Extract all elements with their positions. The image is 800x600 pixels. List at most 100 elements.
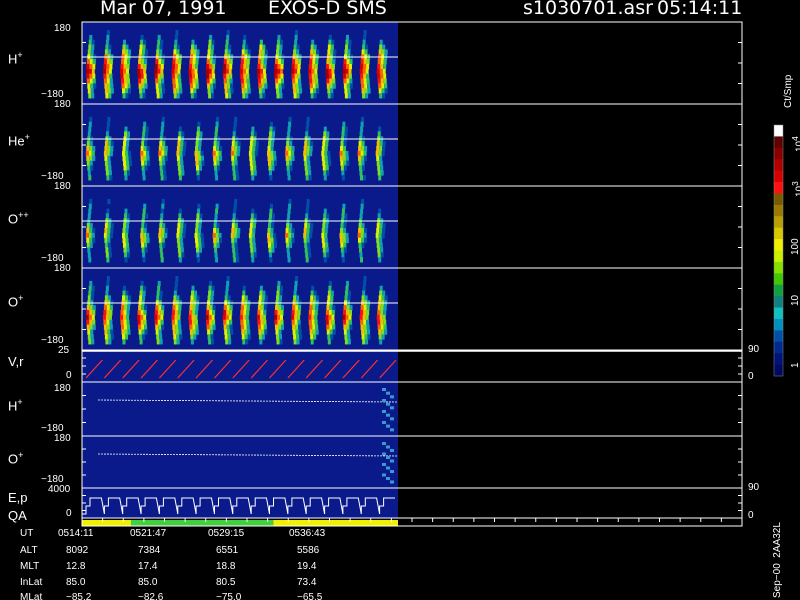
spectrogram-pixel: [174, 285, 178, 292]
spectrogram-pixel: [143, 232, 147, 239]
spectrogram-pixel: [367, 88, 371, 94]
spectrogram-pixel: [298, 78, 302, 84]
spectrogram-pixel: [122, 88, 125, 94]
spectrogram-pixel: [144, 247, 148, 253]
spectrogram-pixel: [308, 170, 312, 176]
spectrogram-pixel: [259, 93, 263, 99]
spectrogram-pixel: [90, 88, 94, 94]
spectrogram-pixel: [243, 73, 247, 80]
spectrogram-pixel: [88, 257, 92, 263]
spectrogram-pixel: [262, 44, 266, 50]
spectrogram-pixel: [245, 93, 249, 99]
spectrogram-pixel: [292, 329, 296, 335]
panel-label-he-plus: He+: [8, 132, 30, 149]
spectrogram-pixel: [379, 237, 383, 244]
spectrogram-pixel: [190, 339, 194, 345]
spectrogram-pixel: [86, 237, 90, 244]
spectrogram-pixel: [160, 68, 164, 75]
spectrogram-pixel: [345, 314, 349, 321]
spectrogram-pixel: [327, 49, 331, 55]
spectrogram-pixel: [143, 203, 147, 210]
spectrogram-pixel: [108, 93, 112, 99]
spectrogram-pixel: [254, 150, 258, 157]
spectrogram-pixel: [225, 39, 229, 46]
ephemeris-cell: 12.8: [66, 561, 86, 572]
spectrogram-pixel: [109, 59, 113, 65]
spectrogram-pixel: [106, 319, 110, 326]
spectrogram-pixel: [381, 150, 385, 157]
spectrogram-pixel: [382, 410, 386, 413]
spectrogram-pixel: [270, 150, 273, 157]
spectrogram-pixel: [264, 329, 268, 335]
spectrogram-pixel: [126, 141, 129, 147]
tick-ep-right-90: 90: [748, 482, 760, 493]
spectrogram-pixel: [344, 295, 348, 301]
spectrogram-pixel: [293, 44, 297, 50]
spectrogram-pixel: [244, 88, 248, 94]
spectrogram-pixel: [103, 150, 107, 157]
spectrogram-pixel: [231, 242, 235, 248]
spectrogram-pixel: [200, 232, 204, 239]
spectrogram-pixel: [377, 324, 381, 330]
spectrogram-pixel: [146, 155, 150, 162]
spectrogram-pixel: [199, 247, 202, 253]
spectrogram-pixel: [390, 428, 394, 432]
spectrogram-pixel: [322, 247, 326, 253]
spectrogram-pixel: [303, 228, 307, 234]
spectrogram-pixel: [264, 49, 268, 55]
spectrogram-pixel: [286, 165, 290, 171]
spectrogram-pixel: [125, 150, 128, 157]
spectrogram-pixel: [379, 314, 383, 321]
header-instrument: EXOS-D SMS: [268, 0, 387, 19]
spectrogram-pixel: [305, 170, 309, 176]
spectrogram-pixel: [103, 319, 107, 326]
spectrogram-pixel: [122, 44, 126, 50]
spectrogram-pixel: [288, 121, 292, 128]
spectrogram-pixel: [362, 44, 366, 50]
spectrogram-pixel: [345, 237, 349, 244]
spectrogram-pixel: [177, 242, 181, 248]
spectrogram-pixel: [376, 237, 380, 244]
spectrogram-pixel: [364, 49, 368, 55]
spectrogram-pixel: [110, 228, 114, 234]
spectrogram-pixel: [213, 237, 217, 244]
spectrogram-pixel: [192, 324, 196, 330]
spectrogram-pixel: [178, 329, 182, 335]
spectrogram-pixel: [303, 155, 307, 162]
spectrogram-pixel: [323, 170, 327, 176]
spectrogram-pixel: [378, 83, 382, 89]
spectrogram-pixel: [332, 329, 336, 335]
spectrogram-pixel: [361, 83, 365, 89]
spectrogram-pixel: [333, 49, 337, 55]
spectrogram-pixel: [273, 150, 276, 157]
spectrogram-pixel: [89, 228, 93, 234]
spectrogram-pixel: [243, 305, 247, 311]
spectrogram-pixel: [86, 324, 90, 330]
spectrogram-pixel: [246, 319, 250, 326]
spectrogram-pixel: [235, 165, 239, 171]
spectrogram-pixel: [180, 247, 184, 253]
spectrogram-pixel: [161, 116, 165, 123]
spectrogram-pixel: [183, 223, 187, 229]
spectrogram-pixel: [89, 59, 93, 65]
spectrogram-pixel: [362, 68, 366, 75]
spectrogram-pixel: [104, 88, 108, 94]
spectrogram-pixel: [154, 73, 158, 80]
spectrogram-pixel: [291, 310, 295, 316]
spectrogram-pixel: [109, 78, 113, 84]
spectrogram-pixel: [314, 73, 318, 80]
spectrogram-pixel: [143, 68, 147, 75]
spectrogram-pixel: [260, 319, 264, 326]
spectrogram-pixel: [160, 73, 164, 80]
spectrogram-pixel: [233, 150, 237, 157]
spectrogram-pixel: [105, 247, 109, 253]
spectrogram-pixel: [249, 146, 253, 152]
spectrogram-pixel: [189, 78, 193, 84]
spectrogram-pixel: [380, 310, 384, 316]
spectrogram-pixel: [110, 146, 114, 152]
spectrogram-pixel: [262, 93, 266, 99]
spectrogram-pixel: [91, 44, 95, 50]
spectrogram-pixel: [363, 64, 367, 70]
spectrogram-pixel: [87, 252, 91, 258]
spectrogram-pixel: [280, 39, 283, 46]
